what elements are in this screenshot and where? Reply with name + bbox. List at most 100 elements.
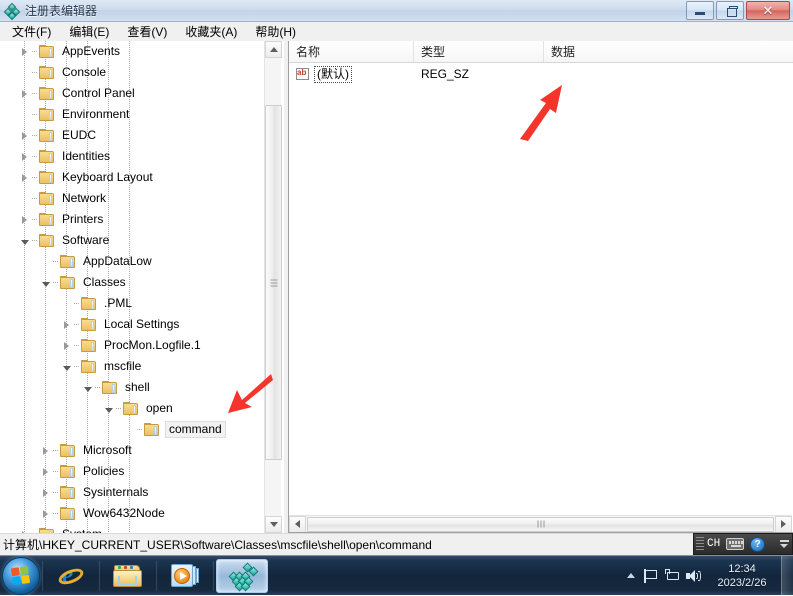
expand-arrow-icon[interactable]: [17, 41, 32, 62]
tree-item-eudc[interactable]: EUDC: [0, 125, 98, 146]
taskbar-windows-explorer[interactable]: [102, 559, 154, 593]
expand-arrow-icon[interactable]: [38, 503, 53, 524]
values-scroll-right-button[interactable]: [775, 515, 792, 532]
expand-arrow-icon[interactable]: [17, 167, 32, 188]
registry-tree-pane[interactable]: AppEvents Console Control Panel Environment…: [0, 41, 284, 533]
client-area: AppEvents Console Control Panel Environment…: [0, 41, 793, 533]
tree-item-command[interactable]: command: [0, 419, 226, 440]
menu-edit[interactable]: 编辑(E): [60, 21, 118, 42]
minimize-icon[interactable]: [780, 540, 789, 542]
minimize-button[interactable]: [686, 1, 714, 20]
tree-scrollbar-thumb[interactable]: [265, 105, 282, 460]
tree-connector: [32, 62, 39, 83]
folder-icon: [60, 506, 76, 521]
values-scrollbar-thumb[interactable]: [307, 516, 774, 532]
ime-language-bar[interactable]: CH ?: [693, 533, 793, 555]
tree-item-local-settings[interactable]: Local Settings: [0, 314, 181, 335]
tree-vertical-scrollbar[interactable]: [264, 41, 282, 533]
taskbar-internet-explorer[interactable]: e: [45, 559, 97, 593]
tree-item-appdatalow[interactable]: AppDataLow: [0, 251, 154, 272]
expand-arrow-icon[interactable]: [17, 524, 32, 533]
column-header-name[interactable]: 名称: [289, 41, 414, 62]
taskbar-divider: [213, 560, 214, 591]
network-icon[interactable]: [661, 565, 683, 587]
tree-item-classes[interactable]: Classes: [0, 272, 128, 293]
tree-item-identities[interactable]: Identities: [0, 146, 112, 167]
registry-values-pane[interactable]: 名称 类型 数据 ab (默认) REG_SZ: [288, 41, 793, 533]
tree-item-network[interactable]: Network: [0, 188, 108, 209]
tree-item-open[interactable]: open: [0, 398, 175, 419]
expand-arrow-icon[interactable]: [59, 314, 74, 335]
tree-item-keyboard-layout[interactable]: Keyboard Layout: [0, 167, 155, 188]
keyboard-icon[interactable]: [726, 538, 745, 550]
menu-file[interactable]: 文件(F): [3, 21, 60, 42]
tree-item-mscfile[interactable]: mscfile: [0, 356, 143, 377]
clock[interactable]: 12:34 2023/2/26: [705, 562, 779, 590]
tree-connector: [32, 524, 39, 533]
tree-item-system[interactable]: System: [0, 524, 104, 533]
menu-favorites[interactable]: 收藏夹(A): [176, 21, 246, 42]
expand-arrow-icon[interactable]: [17, 209, 32, 230]
close-button[interactable]: ✕: [746, 1, 790, 20]
tree-item-wow6432node[interactable]: Wow6432Node: [0, 503, 167, 524]
folder-icon: [81, 317, 97, 332]
taskbar-registry-editor[interactable]: [216, 558, 268, 593]
values-scroll-left-button[interactable]: [289, 515, 306, 532]
ime-language-label[interactable]: CH: [707, 538, 720, 550]
tree-scroll-up-button[interactable]: [265, 41, 282, 58]
value-row[interactable]: ab (默认) REG_SZ: [289, 63, 793, 85]
action-center-flag-icon[interactable]: [639, 565, 661, 587]
tree-item-software[interactable]: Software: [0, 230, 111, 251]
registry-tree: AppEvents Console Control Panel Environment…: [0, 41, 264, 533]
collapse-arrow-icon[interactable]: [101, 398, 116, 419]
tree-item-pml[interactable]: .PML: [0, 293, 134, 314]
start-button[interactable]: [2, 556, 40, 595]
tree-item-sysinternals[interactable]: Sysinternals: [0, 482, 150, 503]
menu-view[interactable]: 查看(V): [118, 21, 176, 42]
tree-item-appevents[interactable]: AppEvents: [0, 41, 122, 62]
column-header-type[interactable]: 类型: [414, 41, 544, 62]
show-hidden-icons-chevron[interactable]: [623, 565, 639, 587]
tree-item-shell[interactable]: shell: [0, 377, 152, 398]
expand-arrow-icon[interactable]: [38, 461, 53, 482]
values-horizontal-scrollbar[interactable]: [289, 515, 792, 532]
help-icon[interactable]: ?: [750, 536, 766, 552]
collapse-arrow-icon[interactable]: [17, 230, 32, 251]
tree-item-policies[interactable]: Policies: [0, 461, 126, 482]
collapse-arrow-icon[interactable]: [80, 377, 95, 398]
chevron-right-icon: [43, 488, 48, 497]
collapse-arrow-icon[interactable]: [59, 356, 74, 377]
column-header-data[interactable]: 数据: [544, 41, 792, 62]
windows-logo-icon: [10, 565, 31, 585]
tree-item-control-panel[interactable]: Control Panel: [0, 83, 137, 104]
tree-item-console[interactable]: Console: [0, 62, 108, 83]
taskbar-media-player[interactable]: [159, 559, 211, 593]
drag-handle-icon[interactable]: [696, 537, 704, 551]
titlebar[interactable]: 注册表编辑器 ✕: [0, 0, 793, 22]
tree-connector: [74, 314, 81, 335]
expand-arrow-icon[interactable]: [59, 335, 74, 356]
expand-arrow-icon[interactable]: [38, 440, 53, 461]
maximize-button[interactable]: [716, 1, 744, 20]
chevron-down-icon[interactable]: [780, 544, 788, 548]
tree-item-printers[interactable]: Printers: [0, 209, 105, 230]
tree-connector: [32, 83, 39, 104]
show-desktop-button[interactable]: [781, 555, 793, 596]
tree-item-environment[interactable]: Environment: [0, 104, 131, 125]
tree-item-microsoft[interactable]: Microsoft: [0, 440, 134, 461]
menu-help[interactable]: 帮助(H): [246, 21, 305, 42]
tree-item-procmon-logfile-1[interactable]: ProcMon.Logfile.1: [0, 335, 203, 356]
volume-icon[interactable]: [683, 565, 705, 587]
tree-scroll-down-button[interactable]: [265, 516, 282, 533]
expand-arrow-icon[interactable]: [17, 146, 32, 167]
chevron-right-icon: [22, 173, 27, 182]
tree-connector: [32, 167, 39, 188]
expand-arrow-icon[interactable]: [38, 482, 53, 503]
expand-arrow-icon[interactable]: [17, 125, 32, 146]
collapse-arrow-icon[interactable]: [38, 272, 53, 293]
tree-item-label: Sysinternals: [83, 485, 149, 499]
expand-arrow-icon[interactable]: [17, 83, 32, 104]
folder-icon: [60, 443, 76, 458]
